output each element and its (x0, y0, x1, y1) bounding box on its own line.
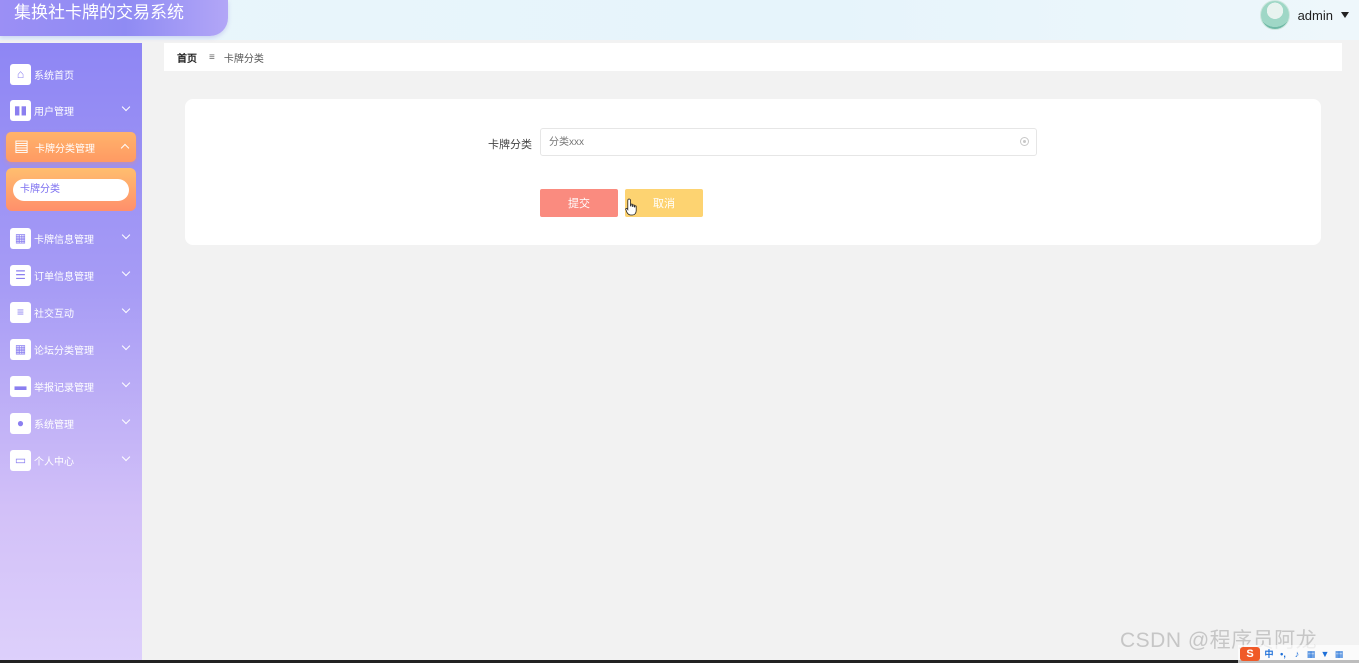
form-card: 卡牌分类 提交 取消 (185, 99, 1321, 245)
system-tray: S 中 •, ♪ ▦ ▼ ▦ (1238, 645, 1359, 663)
category-label: 卡牌分类 (488, 139, 532, 151)
chevron-down-icon (121, 452, 131, 462)
category-input[interactable] (540, 128, 1037, 156)
breadcrumb-separator: ≡ (209, 51, 215, 63)
sliders-icon: ☰ (10, 264, 31, 286)
chevron-down-icon (121, 230, 131, 240)
sidebar-item-label: 用户管理 (34, 106, 74, 118)
tray-icon: ▬ (10, 375, 31, 397)
breadcrumb-current: 卡牌分类 (223, 53, 264, 65)
grid-icon[interactable]: ▦ (1334, 649, 1344, 659)
sidebar-item-card-category[interactable]: ▤ 卡牌分类管理 (6, 132, 136, 162)
keyboard-icon[interactable]: ▦ (1306, 649, 1316, 659)
sidebar-item-reports[interactable]: ▬ 举报记录管理 (0, 370, 142, 402)
sidebar-item-label: 系统首页 (34, 70, 74, 82)
app-title: 集换社卡牌的交易系统 (0, 0, 228, 36)
microphone-icon[interactable]: ♪ (1292, 649, 1302, 659)
chevron-down-icon (121, 304, 131, 314)
sidebar-item-profile[interactable]: ▭ 个人中心 (0, 444, 142, 476)
caret-down-icon[interactable] (1341, 12, 1349, 18)
sidebar-item-social[interactable]: ≡ 社交互动 (0, 296, 142, 328)
sidebar-item-label: 系统管理 (34, 419, 74, 431)
breadcrumb: 首页 ≡ 卡牌分类 (164, 43, 1342, 71)
grid-icon: ▦ (10, 338, 31, 360)
sidebar-item-card-info[interactable]: ▦ 卡牌信息管理 (0, 222, 142, 254)
chevron-down-icon (121, 341, 131, 351)
sidebar-item-users[interactable]: ▮▮ 用户管理 (0, 94, 142, 126)
sidebar: ⌂ 系统首页 ▮▮ 用户管理 ▤ 卡牌分类管理 卡牌分类 ▦ 卡牌信息管理 ☰ … (0, 43, 142, 663)
sidebar-item-label: 卡牌信息管理 (34, 234, 94, 246)
home-icon: ⌂ (10, 63, 31, 85)
sidebar-item-label: 社交互动 (34, 308, 74, 320)
punctuation-icon[interactable]: •, (1278, 649, 1288, 659)
sidebar-item-label: 订单信息管理 (34, 271, 94, 283)
user-icon: ● (10, 412, 31, 434)
chevron-down-icon (121, 267, 131, 277)
ime-mode-icon[interactable]: 中 (1264, 649, 1274, 659)
sidebar-item-label: 卡牌分类管理 (35, 143, 95, 155)
submenu-item-card-category[interactable]: 卡牌分类 (13, 179, 129, 201)
breadcrumb-home[interactable]: 首页 (177, 50, 197, 65)
list-icon: ≡ (10, 301, 31, 323)
top-header: 集换社卡牌的交易系统 admin (0, 0, 1359, 40)
sidebar-item-orders[interactable]: ☰ 订单信息管理 (0, 259, 142, 291)
user-menu[interactable]: admin (1259, 0, 1349, 30)
sidebar-item-forum-category[interactable]: ▦ 论坛分类管理 (0, 333, 142, 365)
sidebar-item-label: 举报记录管理 (34, 382, 94, 394)
grid-icon: ▦ (10, 227, 31, 249)
username[interactable]: admin (1298, 8, 1333, 23)
card-icon: ▭ (10, 449, 31, 471)
submenu-card-category: 卡牌分类 (6, 168, 136, 211)
ime-logo-icon[interactable]: S (1240, 647, 1260, 661)
avatar[interactable] (1259, 0, 1290, 30)
sidebar-item-label: 个人中心 (34, 456, 74, 468)
hand-cursor-icon (625, 198, 637, 216)
book-icon: ▮▮ (10, 99, 31, 121)
chevron-down-icon (121, 378, 131, 388)
sidebar-item-system[interactable]: ● 系统管理 (0, 407, 142, 439)
clipboard-icon: ▤ (13, 138, 30, 155)
clear-icon[interactable] (1020, 137, 1029, 146)
chevron-down-icon (121, 102, 131, 112)
submit-button[interactable]: 提交 (540, 189, 618, 217)
shirt-icon[interactable]: ▼ (1320, 649, 1330, 659)
sidebar-item-home[interactable]: ⌂ 系统首页 (0, 58, 142, 90)
chevron-down-icon (121, 415, 131, 425)
chevron-up-icon (120, 143, 130, 153)
sidebar-item-label: 论坛分类管理 (34, 345, 94, 357)
